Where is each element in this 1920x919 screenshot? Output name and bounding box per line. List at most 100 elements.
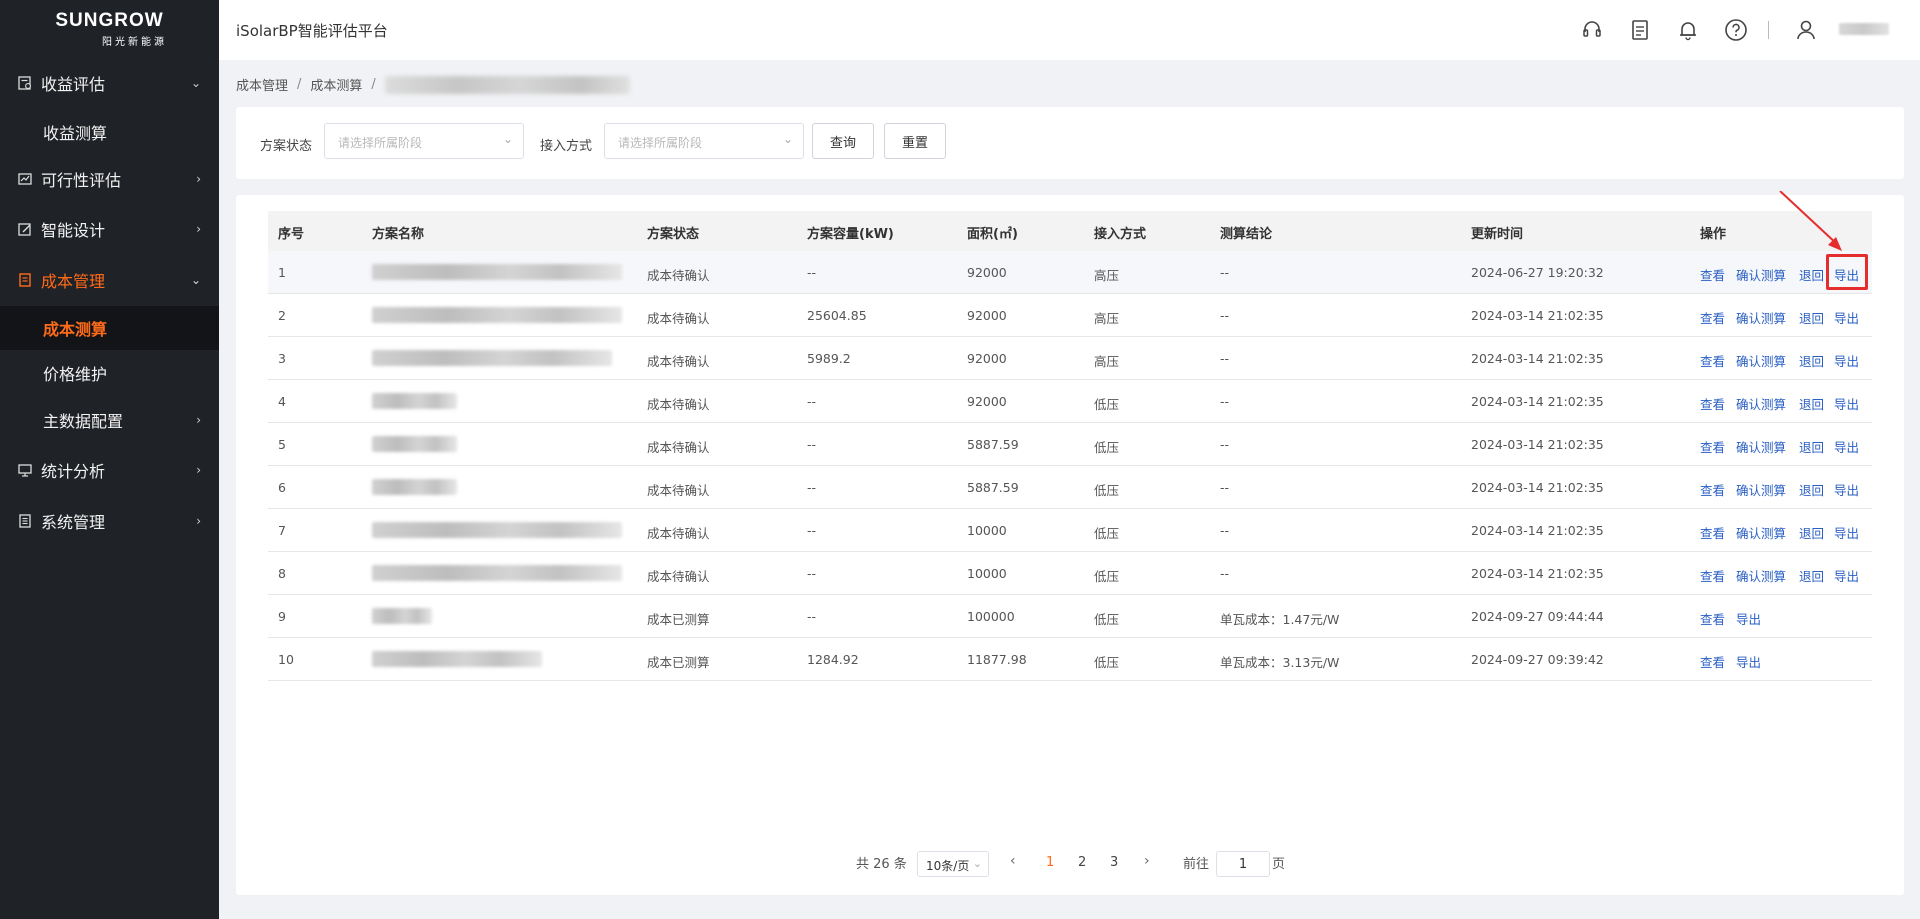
view-link[interactable]: 查看	[1700, 566, 1725, 585]
cell-area: 5887.59	[967, 437, 1019, 452]
sidebar-item-master-data[interactable]: 主数据配置 ›	[0, 398, 219, 442]
sidebar-item-smart-design[interactable]: 智能设计 ›	[0, 207, 219, 251]
confirm-calc-link[interactable]: 确认测算	[1736, 351, 1786, 370]
document-icon	[18, 273, 32, 287]
sidebar-item-feasibility[interactable]: 可行性评估 ›	[0, 157, 219, 201]
return-link[interactable]: 退回	[1799, 480, 1824, 499]
sidebar-item-revenue-eval[interactable]: 收益评估 ⌄	[0, 61, 219, 105]
cell-access: 高压	[1094, 268, 1120, 283]
help-icon[interactable]	[1723, 17, 1749, 43]
cell-status: 成本待确认	[647, 354, 710, 369]
breadcrumb-cost-mgmt[interactable]: 成本管理	[236, 75, 288, 94]
sidebar-item-statistics[interactable]: 统计分析 ›	[0, 448, 219, 492]
export-link[interactable]: 导出	[1834, 394, 1859, 413]
view-link[interactable]: 查看	[1700, 652, 1725, 671]
confirm-calc-link[interactable]: 确认测算	[1736, 394, 1786, 413]
breadcrumb-separator: /	[371, 77, 376, 92]
return-link[interactable]: 退回	[1799, 351, 1824, 370]
export-link[interactable]: 导出	[1834, 480, 1859, 499]
sidebar-item-cost-mgmt[interactable]: 成本管理 ⌄	[0, 258, 219, 302]
table-row: 9 成本已测算 -- 100000 低压 单瓦成本：1.47元/W 2024-09-27 0…	[268, 595, 1872, 638]
cell-capacity: --	[807, 523, 817, 538]
export-link[interactable]: 导出	[1834, 523, 1859, 542]
return-link[interactable]: 退回	[1799, 394, 1824, 413]
cell-index: 5	[278, 437, 286, 452]
cell-capacity: --	[807, 265, 817, 280]
view-link[interactable]: 查看	[1700, 265, 1725, 284]
cell-access: 低压	[1094, 483, 1120, 498]
export-link[interactable]: 导出	[1834, 308, 1859, 327]
confirm-calc-link[interactable]: 确认测算	[1736, 265, 1786, 284]
confirm-calc-link[interactable]: 确认测算	[1736, 437, 1786, 456]
query-button[interactable]: 查询	[812, 123, 874, 159]
page-1[interactable]: 1	[1046, 855, 1054, 870]
export-link[interactable]: 导出	[1736, 652, 1761, 671]
sidebar-item-system[interactable]: 系统管理 ›	[0, 499, 219, 543]
cell-capacity: --	[807, 566, 817, 581]
sidebar-item-cost-calc[interactable]: 成本测算	[0, 306, 219, 350]
cell-area: 10000	[967, 566, 1007, 581]
sidebar-item-label: 智能设计	[41, 221, 106, 240]
view-link[interactable]: 查看	[1700, 480, 1725, 499]
next-page-icon[interactable]: ›	[1144, 853, 1150, 869]
sidebar-item-label: 主数据配置	[43, 412, 124, 431]
cell-status: 成本待确认	[647, 483, 710, 498]
cell-area: 92000	[967, 308, 1007, 323]
prev-page-icon[interactable]: ‹	[1010, 853, 1016, 869]
confirm-calc-link[interactable]: 确认测算	[1736, 308, 1786, 327]
return-link[interactable]: 退回	[1799, 437, 1824, 456]
breadcrumb-current-redacted	[384, 75, 630, 94]
logo-subtitle: 阳光新能源	[102, 37, 167, 48]
page-3[interactable]: 3	[1110, 855, 1118, 870]
platform-title: iSolarBP智能评估平台	[236, 22, 388, 40]
cell-access: 高压	[1094, 354, 1120, 369]
view-link[interactable]: 查看	[1700, 351, 1725, 370]
annotation-arrow-icon	[1779, 191, 1842, 251]
goto-page-input[interactable]: 1	[1216, 851, 1270, 877]
reset-button[interactable]: 重置	[884, 123, 946, 159]
view-link[interactable]: 查看	[1700, 308, 1725, 327]
return-link[interactable]: 退回	[1799, 523, 1824, 542]
cell-access: 低压	[1094, 569, 1120, 584]
page-size-select[interactable]: 10条/页 ⌄	[917, 851, 989, 877]
cell-status: 成本已测算	[647, 655, 710, 670]
sidebar-item-label: 系统管理	[41, 513, 106, 532]
sidebar-item-price-maint[interactable]: 价格维护	[0, 351, 219, 395]
cell-index: 4	[278, 394, 286, 409]
confirm-calc-link[interactable]: 确认测算	[1736, 523, 1786, 542]
cell-update-time: 2024-03-14 21:02:35	[1471, 566, 1604, 581]
user-name-redacted[interactable]	[1839, 23, 1889, 35]
page-2[interactable]: 2	[1078, 855, 1086, 870]
user-icon[interactable]	[1793, 17, 1819, 43]
view-link[interactable]: 查看	[1700, 394, 1725, 413]
sidebar-item-revenue-calc[interactable]: 收益测算	[0, 110, 219, 154]
settings-list-icon	[18, 514, 32, 528]
cell-result: --	[1220, 523, 1230, 538]
col-name: 方案名称	[372, 227, 425, 242]
breadcrumb-cost-calc[interactable]: 成本测算	[310, 75, 362, 94]
view-link[interactable]: 查看	[1700, 523, 1725, 542]
export-link[interactable]: 导出	[1834, 566, 1859, 585]
headset-icon[interactable]	[1579, 17, 1605, 43]
return-link[interactable]: 退回	[1799, 265, 1824, 284]
export-link[interactable]: 导出	[1834, 351, 1859, 370]
confirm-calc-link[interactable]: 确认测算	[1736, 566, 1786, 585]
cell-access: 低压	[1094, 397, 1120, 412]
export-link[interactable]: 导出	[1834, 437, 1859, 456]
access-select[interactable]: 请选择所属阶段 ⌄	[604, 123, 804, 159]
cell-status: 成本待确认	[647, 569, 710, 584]
status-select[interactable]: 请选择所属阶段 ⌄	[324, 123, 524, 159]
page-size-value: 10条/页	[926, 859, 970, 873]
table-row: 4 成本待确认 -- 92000 低压 -- 2024-03-14 21:02:35 查看 确认…	[268, 380, 1872, 423]
view-link[interactable]: 查看	[1700, 437, 1725, 456]
view-link[interactable]: 查看	[1700, 609, 1725, 628]
bell-icon[interactable]	[1675, 17, 1701, 43]
document-icon[interactable]	[1627, 17, 1653, 43]
cell-capacity: --	[807, 394, 817, 409]
export-link[interactable]: 导出	[1736, 609, 1761, 628]
return-link[interactable]: 退回	[1799, 308, 1824, 327]
chevron-down-icon: ⌄	[190, 273, 201, 287]
return-link[interactable]: 退回	[1799, 566, 1824, 585]
confirm-calc-link[interactable]: 确认测算	[1736, 480, 1786, 499]
table-row: 6 成本待确认 -- 5887.59 低压 -- 2024-03-14 21:02:35 查看…	[268, 466, 1872, 509]
